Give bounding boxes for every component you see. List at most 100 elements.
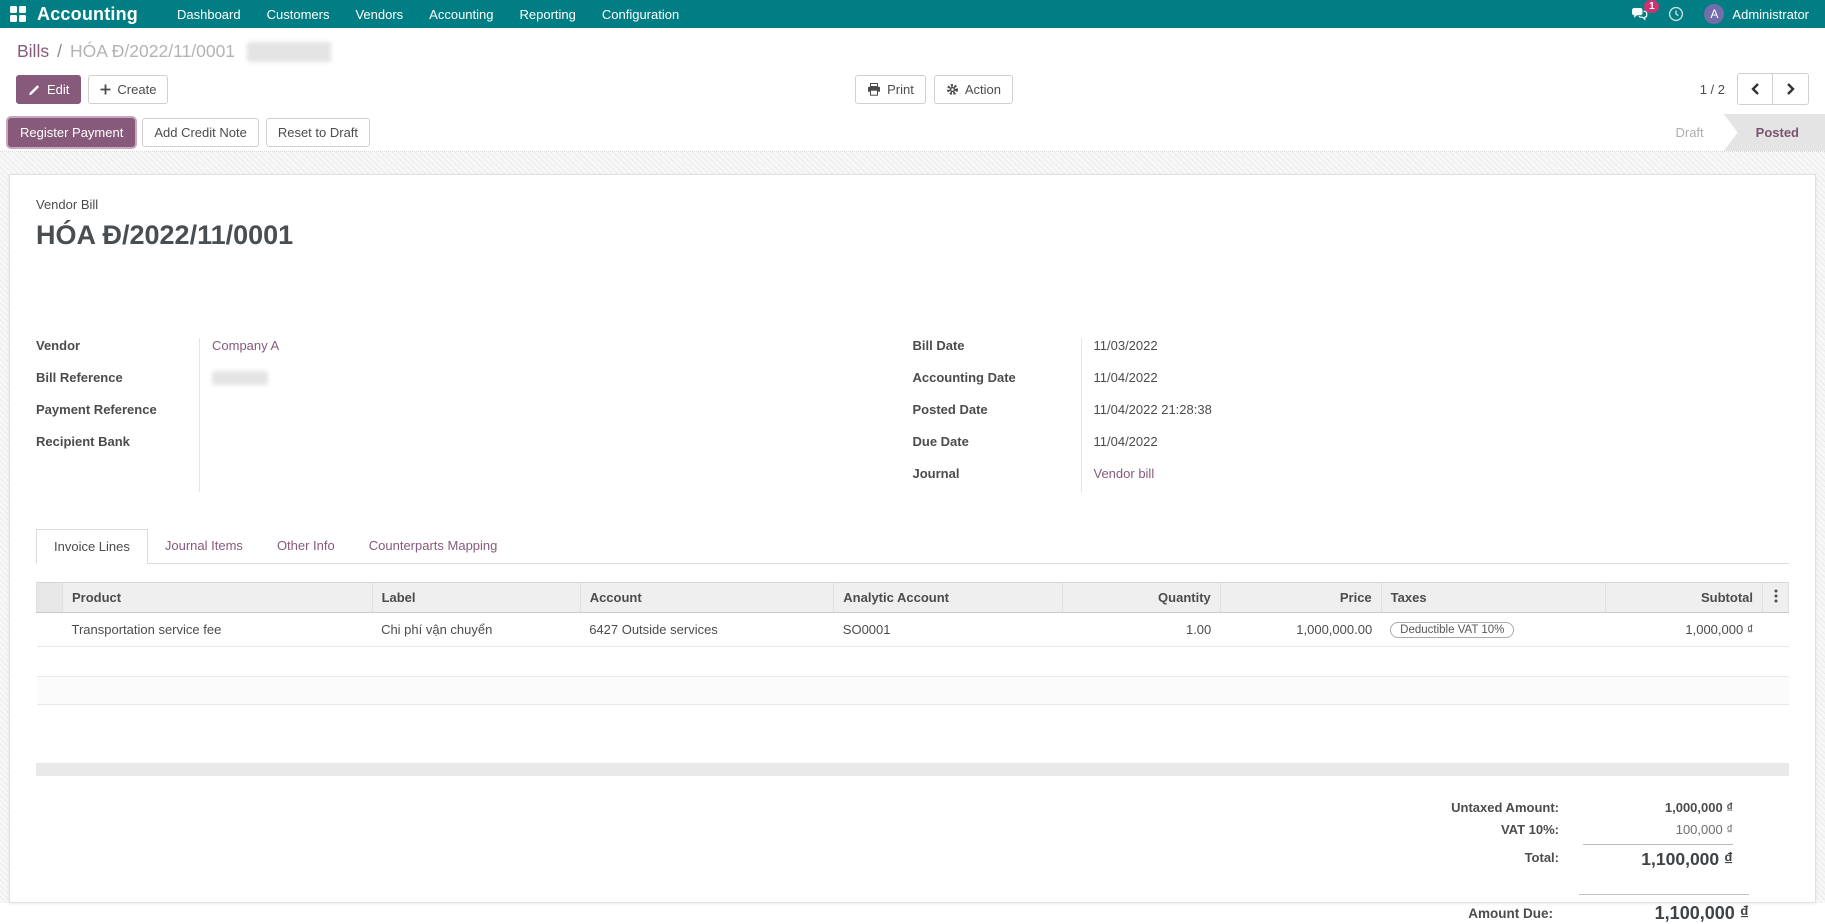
pager-value[interactable]: 1 / 2 — [1700, 82, 1725, 97]
print-button[interactable]: Print — [855, 74, 926, 104]
cell-quantity[interactable]: 1.00 — [1062, 612, 1221, 647]
vat-value: 100,000 ₫ — [1675, 822, 1733, 837]
row-handle-header — [36, 582, 63, 613]
edit-button[interactable]: Edit — [16, 74, 82, 104]
pencil-icon — [28, 83, 41, 96]
create-button[interactable]: Create — [88, 74, 169, 104]
journal-link[interactable]: Vendor bill — [1094, 466, 1155, 481]
tab-counterparts-mapping[interactable]: Counterparts Mapping — [352, 529, 515, 563]
invoice-line-row[interactable]: Transportation service fee Chi phí vận c… — [36, 612, 1789, 647]
breadcrumb-bills-link[interactable]: Bills — [17, 41, 49, 62]
menu-accounting[interactable]: Accounting — [416, 0, 506, 28]
cell-subtotal[interactable]: 1,000,000 ₫ — [1605, 612, 1763, 647]
field-group-right: Bill Date 11/03/2022 Accounting Date 11/… — [913, 335, 1790, 495]
register-payment-button[interactable]: Register Payment — [8, 118, 136, 147]
avatar: A — [1704, 4, 1725, 24]
menu-dashboard[interactable]: Dashboard — [164, 0, 254, 28]
breadcrumb: Bills / HÓA Đ/2022/11/0001 — [0, 28, 1825, 66]
bill-date-field-label: Bill Date — [912, 338, 965, 353]
posted-date-field-label: Posted Date — [912, 402, 988, 417]
notebook-tabs: Invoice Lines Journal Items Other Info C… — [36, 529, 1789, 564]
cell-analytic-account[interactable]: SO0001 — [833, 612, 1063, 647]
messages-button[interactable]: 1 — [1631, 0, 1660, 22]
clock-icon — [1668, 6, 1684, 22]
due-date-field-label: Due Date — [912, 434, 969, 449]
top-navbar: Accounting Dashboard Customers Vendors A… — [0, 0, 1825, 28]
cell-product[interactable]: Transportation service fee — [62, 612, 373, 647]
tax-badge: Deductible VAT 10% — [1390, 622, 1515, 638]
vat-label: VAT 10%: — [1500, 822, 1559, 837]
narration-placeholder-bar — [36, 763, 1789, 776]
breadcrumb-separator: / — [57, 41, 62, 61]
main-menu: Dashboard Customers Vendors Accounting R… — [164, 0, 692, 28]
control-panel: Edit Create Print Action 1 / 2 — [0, 66, 1825, 114]
menu-reporting[interactable]: Reporting — [507, 0, 589, 28]
chevron-left-icon — [1750, 82, 1760, 96]
chevron-right-icon — [1786, 82, 1796, 96]
field-groups: Vendor Company A Bill Reference Payment … — [36, 335, 1789, 495]
column-header-analytic-account[interactable]: Analytic Account — [833, 582, 1064, 613]
action-button[interactable]: Action — [933, 74, 1013, 104]
column-header-quantity[interactable]: Quantity — [1062, 582, 1221, 613]
cell-taxes[interactable]: Deductible VAT 10% — [1381, 612, 1606, 647]
invoice-lines-table: Product Label Account Analytic Account Q… — [36, 582, 1789, 705]
cell-label[interactable]: Chi phí vận chuyển — [372, 612, 581, 647]
total-label: Total: — [1524, 849, 1559, 865]
recipient-bank-field-label: Recipient Bank — [36, 434, 130, 449]
breadcrumb-current: HÓA Đ/2022/11/0001 — [69, 41, 236, 61]
due-date-value: 11/04/2022 — [1093, 434, 1158, 449]
reset-to-draft-button[interactable]: Reset to Draft — [265, 118, 371, 147]
column-header-label[interactable]: Label — [371, 582, 581, 613]
bill-date-value: 11/03/2022 — [1093, 338, 1158, 353]
document-type-label: Vendor Bill — [36, 197, 99, 212]
accounting-date-field-label: Accounting Date — [912, 370, 1016, 385]
vendor-field-label: Vendor — [36, 338, 81, 353]
messages-badge: 1 — [1644, 0, 1660, 13]
empty-line-row — [36, 646, 1789, 677]
column-header-product[interactable]: Product — [62, 582, 373, 613]
column-header-taxes[interactable]: Taxes — [1380, 582, 1606, 613]
form-view-background: Vendor Bill HÓA Đ/2022/11/0001 Vendor Co… — [0, 152, 1825, 923]
user-menu[interactable]: A Administrator — [1704, 4, 1809, 24]
menu-vendors[interactable]: Vendors — [342, 0, 416, 28]
accounting-date-value: 11/04/2022 — [1093, 370, 1158, 385]
payment-reference-value — [199, 399, 212, 431]
vendor-link[interactable]: Company A — [212, 338, 279, 353]
toggle-columns-icon[interactable] — [1762, 582, 1789, 613]
bill-reference-field-label: Bill Reference — [36, 370, 123, 385]
column-header-subtotal[interactable]: Subtotal — [1604, 582, 1764, 613]
statusbar: Register Payment Add Credit Note Reset t… — [0, 114, 1825, 152]
app-brand[interactable]: Accounting — [37, 4, 138, 25]
pager-previous-button[interactable] — [1738, 74, 1773, 104]
pager: 1 / 2 — [1700, 73, 1809, 105]
navbar-right: 1 A Administrator — [1631, 0, 1809, 24]
cell-account[interactable]: 6427 Outside services — [580, 612, 834, 647]
column-header-price[interactable]: Price — [1219, 582, 1382, 613]
printer-icon — [867, 82, 881, 96]
add-credit-note-button[interactable]: Add Credit Note — [142, 118, 259, 147]
plus-icon — [100, 84, 111, 95]
gear-icon — [946, 83, 959, 96]
payment-reference-field-label: Payment Reference — [36, 402, 157, 417]
amount-due-section: Amount Due: 1,100,000 ₫ — [36, 894, 1789, 924]
untaxed-amount-label: Untaxed Amount: — [1451, 800, 1559, 815]
state-posted[interactable]: Posted — [1723, 114, 1825, 151]
state-draft[interactable]: Draft — [1655, 114, 1723, 151]
column-header-account[interactable]: Account — [579, 582, 835, 613]
cell-price[interactable]: 1,000,000.00 — [1220, 612, 1382, 647]
untaxed-amount-value: 1,000,000 ₫ — [1664, 800, 1733, 815]
activities-button[interactable] — [1668, 6, 1684, 22]
table-header-row: Product Label Account Analytic Account Q… — [36, 582, 1789, 613]
amount-due-value: 1,100,000 ₫ — [1579, 894, 1749, 924]
recipient-bank-value — [199, 431, 212, 463]
tab-other-info[interactable]: Other Info — [260, 529, 352, 563]
menu-customers[interactable]: Customers — [254, 0, 343, 28]
posted-date-value: 11/04/2022 21:28:38 — [1093, 402, 1212, 417]
menu-configuration[interactable]: Configuration — [589, 0, 692, 28]
pager-next-button[interactable] — [1773, 74, 1808, 104]
row-handle[interactable] — [36, 612, 63, 647]
apps-grid-icon[interactable] — [10, 5, 27, 23]
tab-journal-items[interactable]: Journal Items — [148, 529, 260, 563]
tab-invoice-lines[interactable]: Invoice Lines — [36, 529, 148, 564]
state-widget: Draft Posted — [1655, 114, 1825, 151]
